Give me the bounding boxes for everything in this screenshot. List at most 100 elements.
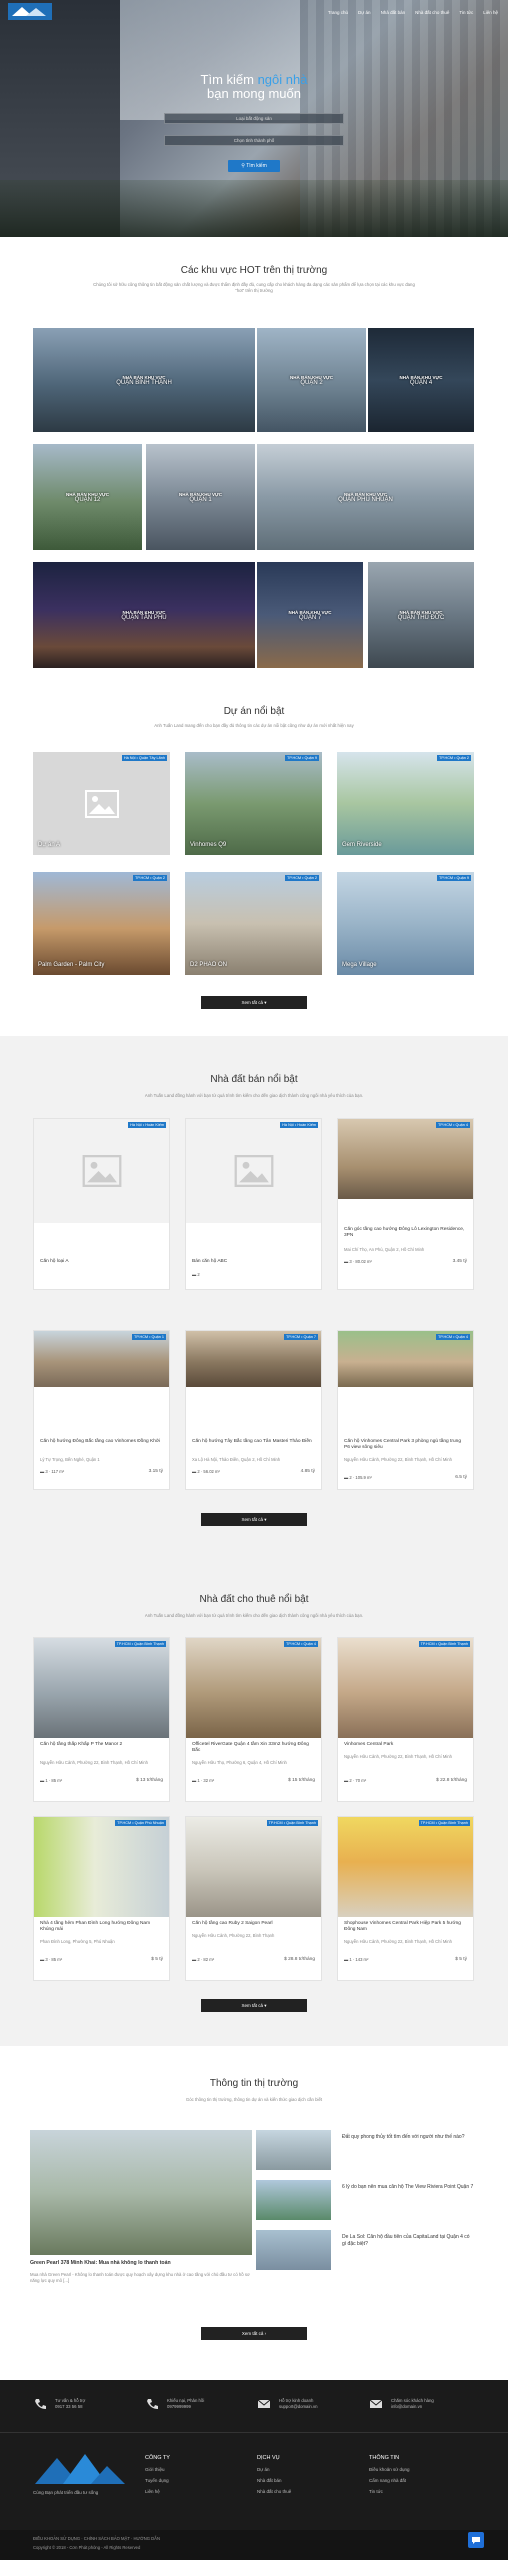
contact-value[interactable]: info@domain.vn	[391, 2404, 434, 2410]
sale-card-price: 3.45 tỷ	[452, 1259, 467, 1264]
arrow-right-icon: ›	[264, 2331, 267, 2336]
sale-card-address: Lý Tự Trọng, Bến Nghé, Quận 1	[40, 1457, 100, 1462]
nav-item[interactable]: Trang chủ	[328, 10, 348, 15]
footer-link[interactable]: Nhà đất bán	[257, 2478, 291, 2483]
nav-item[interactable]: Liên hệ	[483, 10, 498, 15]
news-thumb[interactable]	[256, 2130, 331, 2170]
rent-card[interactable]: TP.HCM • Quận 4 Officetel RiverGate Quận…	[185, 1637, 322, 1802]
contact-value[interactable]: 0917 33 56 58	[55, 2404, 85, 2410]
rent-card[interactable]: TP.HCM • Quận Phú Nhuận Nhà 4 tầng hẻm P…	[33, 1816, 170, 1981]
hero-sky	[120, 0, 300, 120]
footer-link[interactable]: Giới thiệu	[145, 2467, 170, 2472]
meta-text: 3 · 117 m²	[45, 1469, 65, 1474]
image-placeholder-icon	[82, 1155, 121, 1187]
project-card[interactable]: TP.HCM • Quận 9 Mega Village	[337, 872, 474, 975]
footer-bottom-links[interactable]: ĐIỀU KHOẢN SỬ DỤNG · CHÍNH SÁCH BẢO MẬT …	[33, 2536, 160, 2541]
rent-card-title: Nhà 4 tầng hẻm Phan Đình Long hướng Đông…	[40, 1921, 151, 1932]
area-tile-name: QUẬN 4	[409, 379, 433, 386]
news-thumb[interactable]	[256, 2230, 331, 2270]
area-tile[interactable]: NHÀ BÁN KHU VỰC QUẬN 1	[146, 444, 255, 550]
footer-link[interactable]: Nhà đất cho thuê	[257, 2489, 291, 2494]
contact-value[interactable]: 0979999999	[167, 2404, 204, 2410]
hero-trees	[0, 180, 508, 237]
area-tile-name: QUẬN BÌNH THẠNH	[116, 379, 172, 386]
hero-title-highlight: ngôi nhà	[257, 72, 308, 87]
search-button[interactable]: ⚲ Tìm kiếm	[228, 160, 280, 172]
news-item-title[interactable]: De La Sol: Căn hộ đầu tiên của CapitaLan…	[342, 2234, 474, 2247]
news-item-title[interactable]: 6 lý do bạn nên mua căn hộ The View Rivi…	[342, 2184, 474, 2191]
area-tile[interactable]: NHÀ BÁN KHU VỰC QUẬN PHÚ NHUẬN	[257, 444, 474, 550]
chat-widget-button[interactable]	[468, 2532, 484, 2548]
area-tile[interactable]: NHÀ BÁN KHU VỰC QUẬN 12	[33, 444, 142, 550]
footer-link[interactable]: Tin tức	[369, 2489, 410, 2494]
footer-link[interactable]: Điều khoản sử dụng	[369, 2467, 410, 2472]
sale-card[interactable]: Hà Nội • Hoàn Kiếm Căn hộ loại A	[33, 1118, 170, 1290]
footer-link[interactable]: Cẩm nang nhà đất	[369, 2478, 410, 2483]
hero-banner: Trang chủ Dự án Nhà đất bán Nhà đất cho …	[0, 0, 508, 237]
sale-card-title: Căn hộ loại A	[40, 1259, 69, 1264]
rent-card-price: $ 5 tỷ	[151, 1957, 163, 1962]
city-select[interactable]: Chọn tỉnh thành phố	[164, 135, 344, 146]
footer-col-company: CÔNG TY Giới thiệu Tuyển dụng Liên hệ	[145, 2455, 170, 2500]
projects-view-all-button[interactable]: Xem tất cả ▾	[201, 996, 307, 1009]
rent-card-image	[338, 1638, 473, 1738]
area-tile[interactable]: NHÀ BÁN KHU VỰC QUẬN THỦ ĐỨC	[368, 562, 474, 668]
news-item-title[interactable]: Đất quy phong thủy tốt tìm đến với người…	[342, 2134, 474, 2141]
rent-card-meta: ▬ 1 · 32 m²	[192, 1778, 214, 1783]
area-tile[interactable]: NHÀ BÁN KHU VỰC QUẬN TÂN PHÚ	[33, 562, 255, 668]
sale-card[interactable]: Hà Nội • Hoàn Kiếm Bán căn hộ ABC ▬ 2	[185, 1118, 322, 1290]
logo[interactable]	[8, 3, 52, 20]
news-title: Thông tin thị trường	[209, 2078, 299, 2089]
footer-link[interactable]: Dự án	[257, 2467, 291, 2472]
footer-logo[interactable]	[33, 2450, 128, 2486]
meta-text: 1 · 143 m²	[349, 1957, 369, 1962]
area-tile[interactable]: NHÀ BÁN KHU VỰC QUẬN BÌNH THẠNH	[33, 328, 255, 432]
area-tile-name: QUẬN TÂN PHÚ	[121, 614, 167, 621]
sale-card[interactable]: TP.HCM • Quận 4 Căn góc tầng cao hướng Đ…	[337, 1118, 474, 1290]
project-card[interactable]: Hà Nội • Quận Tây Lãnh Dự án A	[33, 752, 170, 855]
nav-item[interactable]: Nhà đất bán	[381, 10, 406, 15]
area-tile[interactable]: NHÀ BÁN KHU VỰC QUẬN 7	[257, 562, 363, 668]
project-card[interactable]: TP.HCM • Quận 2 Gem Riverside	[337, 752, 474, 855]
sale-card-meta: ▬ 3 · 117 m²	[40, 1469, 64, 1474]
rent-card-address: Nguyễn Hữu Cảnh, Phường 22, Bình Thạnh	[192, 1933, 275, 1938]
contact-value[interactable]: support@domain.vn	[279, 2404, 318, 2410]
rent-badge: TP.HCM • Quận Bình Thạnh	[418, 1820, 470, 1826]
property-type-select[interactable]: Loại bất động sản	[164, 113, 344, 124]
arrow-down-icon: ▾	[264, 2003, 267, 2008]
area-tile-name: QUẬN 12	[74, 496, 101, 503]
area-tile[interactable]: NHÀ BÁN KHU VỰC QUẬN 4	[368, 328, 474, 432]
nav-item[interactable]: Tin tức	[459, 10, 473, 15]
rent-card[interactable]: TP.HCM • Quận Bình Thạnh Vinhomes Centra…	[337, 1637, 474, 1802]
project-card[interactable]: TP.HCM • Quận 2 Palm Garden - Palm City	[33, 872, 170, 975]
meta-text: 3 · 85 m²	[45, 1957, 63, 1962]
news-view-all-button[interactable]: Xem tất cả ›	[201, 2327, 307, 2340]
sale-card-title: Căn hộ Vinhomes Central Park 3 phòng ngủ…	[344, 1439, 461, 1450]
rent-card[interactable]: TP.HCM • Quận Bình Thạnh Shophouse Vinho…	[337, 1816, 474, 1981]
area-tile[interactable]: NHÀ BÁN KHU VỰC QUẬN 2	[257, 328, 366, 432]
rent-card-title: Shophouse Vinhomes Central Park Hiệp Par…	[344, 1921, 461, 1932]
rent-view-all-button[interactable]: Xem tất cả ▾	[201, 1999, 307, 2012]
rent-card[interactable]: TP.HCM • Quận Bình Thạnh Căn hộ tầng thấ…	[33, 1637, 170, 1802]
project-badge: TP.HCM • Quận 2	[437, 755, 471, 761]
sale-view-all-button[interactable]: Xem tất cả ▾	[201, 1513, 307, 1526]
sale-card[interactable]: TP.HCM • Quận 4 Căn hộ Vinhomes Central …	[337, 1330, 474, 1490]
sale-subtitle: Anh Tuấn Land đồng hành với bạn từ quá t…	[144, 1093, 364, 1098]
news-thumb[interactable]	[256, 2180, 331, 2220]
nav-item[interactable]: Dự án	[358, 10, 371, 15]
sale-card[interactable]: TP.HCM • Quận 7 Căn hộ hướng Tây Bắc tần…	[185, 1330, 322, 1490]
project-card[interactable]: TP.HCM • Quận 9 Vinhomes Q9	[185, 752, 322, 855]
nav-item[interactable]: Nhà đất cho thuê	[415, 10, 449, 15]
news-main-title[interactable]: Green Pearl 378 Minh Khai: Mua nhà không…	[30, 2260, 252, 2266]
footer-link[interactable]: Liên hệ	[145, 2489, 170, 2494]
sale-card[interactable]: TP.HCM • Quận 1 Căn hộ hướng Đông Bắc tầ…	[33, 1330, 170, 1490]
project-name: Gem Riverside	[342, 842, 382, 848]
footer-link[interactable]: Tuyển dụng	[145, 2478, 170, 2483]
rent-card-meta: ▬ 3 · 85 m²	[40, 1957, 62, 1962]
rent-card-price: $ 22.8 tr/tháng	[436, 1778, 467, 1783]
arrow-down-icon: ▾	[264, 1000, 267, 1005]
project-card[interactable]: TP.HCM • Quận 2 D2 PHAO ON	[185, 872, 322, 975]
rent-card[interactable]: TP.HCM • Quận Bình Thạnh Căn hộ tầng cao…	[185, 1816, 322, 1981]
news-main-image[interactable]	[30, 2130, 252, 2255]
rent-badge: TP.HCM • Quận Bình Thạnh	[266, 1820, 318, 1826]
